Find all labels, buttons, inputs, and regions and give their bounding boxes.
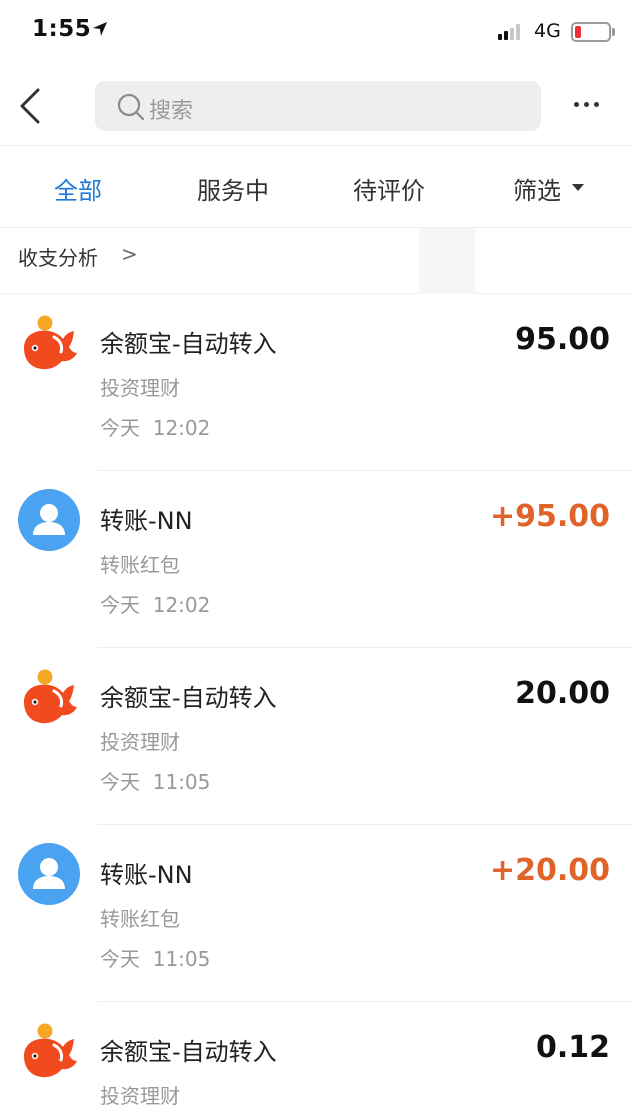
transaction-time: 今天 11:05 bbox=[100, 770, 211, 794]
transaction-category: 投资理财 bbox=[100, 1084, 180, 1108]
transaction-title: 转账-NN bbox=[100, 861, 193, 889]
user-avatar-icon bbox=[18, 843, 80, 905]
transaction-time: 今天 12:02 bbox=[100, 416, 211, 440]
search-placeholder: 搜索 bbox=[149, 99, 194, 124]
transaction-time: 今天 11:05 bbox=[100, 947, 211, 971]
nav-bar: 搜索 bbox=[0, 66, 632, 146]
tab-filter[interactable]: 筛选 bbox=[513, 171, 561, 206]
status-bar: 1:55 4G bbox=[0, 0, 632, 66]
location-arrow-icon bbox=[93, 22, 107, 36]
transaction-row[interactable]: 转账-NN 转账红包 今天 12:02 +95.00 bbox=[0, 471, 632, 648]
highlight-shade bbox=[419, 228, 475, 294]
transaction-category: 转账红包 bbox=[100, 907, 180, 931]
cellular-signal-icon bbox=[498, 24, 520, 40]
yuebao-icon bbox=[18, 312, 80, 374]
transaction-category: 投资理财 bbox=[100, 376, 180, 400]
filter-tabs: 全部 服务中 待评价 筛选 bbox=[0, 146, 632, 228]
yuebao-icon bbox=[18, 666, 80, 728]
transaction-amount: +20.00 bbox=[489, 853, 610, 888]
analysis-label: 收支分析 bbox=[18, 246, 98, 270]
tab-in-service[interactable]: 服务中 bbox=[197, 171, 269, 206]
search-input[interactable]: 搜索 bbox=[95, 81, 541, 131]
transaction-row[interactable]: 余额宝-自动转入 投资理财 今天 12:02 95.00 bbox=[0, 294, 632, 471]
transaction-title: 余额宝-自动转入 bbox=[100, 1038, 277, 1066]
transaction-row[interactable]: 转账-NN 转账红包 今天 11:05 +20.00 bbox=[0, 825, 632, 1002]
transaction-title: 余额宝-自动转入 bbox=[100, 330, 277, 358]
transaction-amount: +95.00 bbox=[489, 499, 610, 534]
chevron-right-icon: > bbox=[121, 242, 138, 266]
transaction-row[interactable]: 余额宝-自动转入 投资理财 0.12 bbox=[0, 1002, 632, 1108]
back-arrow-icon[interactable] bbox=[14, 84, 48, 128]
caret-down-icon bbox=[572, 184, 584, 191]
yuebao-icon bbox=[18, 1020, 80, 1082]
user-avatar-icon bbox=[18, 489, 80, 551]
transaction-amount: 0.12 bbox=[535, 1030, 610, 1065]
status-time: 1:55 bbox=[32, 16, 92, 42]
search-icon bbox=[117, 93, 145, 121]
transaction-amount: 20.00 bbox=[515, 676, 610, 711]
battery-tip bbox=[612, 28, 615, 36]
transaction-row[interactable]: 余额宝-自动转入 投资理财 今天 11:05 20.00 bbox=[0, 648, 632, 825]
transaction-title: 转账-NN bbox=[100, 507, 193, 535]
transaction-title: 余额宝-自动转入 bbox=[100, 684, 277, 712]
income-expense-analysis-link[interactable]: 收支分析 > bbox=[0, 228, 632, 294]
tab-pending-review[interactable]: 待评价 bbox=[353, 171, 425, 206]
battery-icon bbox=[571, 22, 611, 42]
transaction-time: 今天 12:02 bbox=[100, 593, 211, 617]
transaction-amount: 95.00 bbox=[515, 322, 610, 357]
transaction-category: 投资理财 bbox=[100, 730, 180, 754]
tab-all[interactable]: 全部 bbox=[54, 171, 102, 206]
transaction-category: 转账红包 bbox=[100, 553, 180, 577]
more-options-icon[interactable] bbox=[574, 102, 599, 107]
network-type: 4G bbox=[534, 20, 561, 42]
